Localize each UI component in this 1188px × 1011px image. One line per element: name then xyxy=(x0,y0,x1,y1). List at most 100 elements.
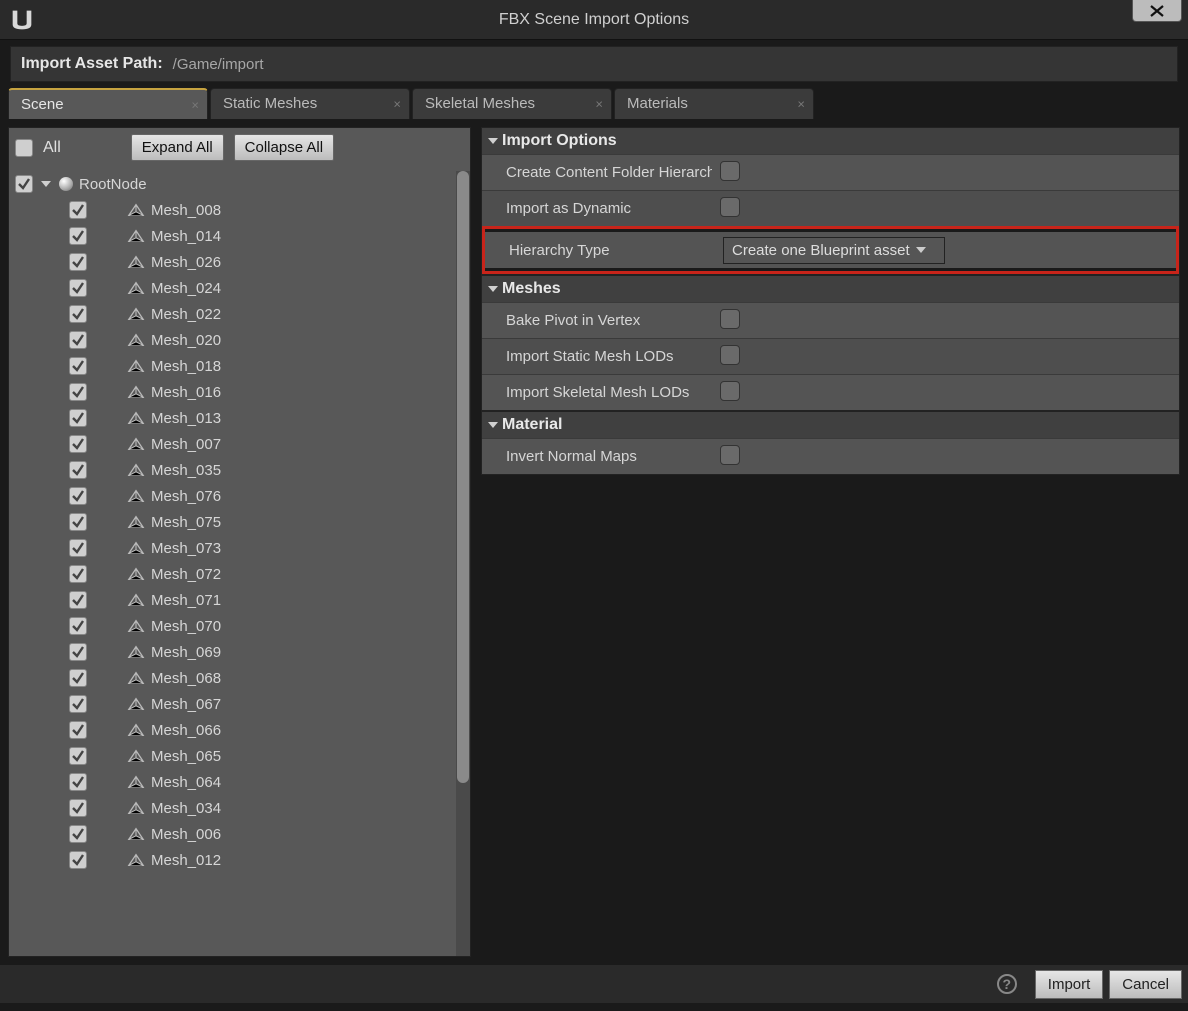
node-checkbox[interactable] xyxy=(15,175,33,193)
node-checkbox[interactable] xyxy=(69,409,87,427)
tree-row[interactable]: Mesh_073 xyxy=(13,535,456,561)
section-header[interactable]: Import Options xyxy=(482,128,1179,154)
invert-normal-row: Invert Normal Maps xyxy=(482,438,1179,474)
tree-row[interactable]: Mesh_007 xyxy=(13,431,456,457)
tree-row[interactable]: Mesh_016 xyxy=(13,379,456,405)
tree-row[interactable]: Mesh_020 xyxy=(13,327,456,353)
static-mesh-icon xyxy=(127,566,145,582)
node-checkbox[interactable] xyxy=(69,591,87,609)
tree-row[interactable]: Mesh_034 xyxy=(13,795,456,821)
static-mesh-icon xyxy=(127,618,145,634)
node-checkbox[interactable] xyxy=(69,773,87,791)
node-checkbox[interactable] xyxy=(69,253,87,271)
tree-row[interactable]: Mesh_064 xyxy=(13,769,456,795)
tree-row[interactable]: Mesh_069 xyxy=(13,639,456,665)
node-checkbox[interactable] xyxy=(69,487,87,505)
node-checkbox[interactable] xyxy=(69,331,87,349)
bake-pivot-checkbox[interactable] xyxy=(720,309,740,329)
tree-row[interactable]: Mesh_076 xyxy=(13,483,456,509)
tree-row[interactable]: Mesh_065 xyxy=(13,743,456,769)
import-path-value[interactable]: /Game/import xyxy=(173,56,264,73)
tab-bar: Scene × Static Meshes × Skeletal Meshes … xyxy=(0,88,1188,119)
import-as-dynamic-checkbox[interactable] xyxy=(720,197,740,217)
scrollbar-thumb[interactable] xyxy=(457,171,469,783)
all-checkbox[interactable] xyxy=(15,139,33,157)
tree-row[interactable]: Mesh_006 xyxy=(13,821,456,847)
node-checkbox[interactable] xyxy=(69,669,87,687)
tree-root-row[interactable]: RootNode xyxy=(13,171,456,197)
collapse-icon xyxy=(488,422,498,428)
tree-row[interactable]: Mesh_068 xyxy=(13,665,456,691)
node-checkbox[interactable] xyxy=(69,539,87,557)
help-button[interactable]: ? xyxy=(997,974,1017,994)
node-checkbox[interactable] xyxy=(69,617,87,635)
section-header[interactable]: Material xyxy=(482,412,1179,438)
invert-normal-checkbox[interactable] xyxy=(720,445,740,465)
node-label: Mesh_069 xyxy=(151,644,221,661)
footer: ? Import Cancel xyxy=(0,965,1188,1003)
node-checkbox[interactable] xyxy=(69,643,87,661)
expand-all-button[interactable]: Expand All xyxy=(131,134,224,161)
node-checkbox[interactable] xyxy=(69,305,87,323)
section-header[interactable]: Meshes xyxy=(482,276,1179,302)
node-checkbox[interactable] xyxy=(69,435,87,453)
hierarchy-type-dropdown[interactable]: Create one Blueprint asset xyxy=(723,237,945,264)
section-title: Import Options xyxy=(502,132,617,150)
tree-row[interactable]: Mesh_012 xyxy=(13,847,456,873)
collapse-all-button[interactable]: Collapse All xyxy=(234,134,334,161)
create-content-folder-checkbox[interactable] xyxy=(720,161,740,181)
skeletal-lods-checkbox[interactable] xyxy=(720,381,740,401)
tab-static-meshes[interactable]: Static Meshes × xyxy=(210,88,410,119)
node-checkbox[interactable] xyxy=(69,747,87,765)
prop-label: Import Skeletal Mesh LODs xyxy=(482,384,712,401)
node-checkbox[interactable] xyxy=(69,279,87,297)
tree-row[interactable]: Mesh_008 xyxy=(13,197,456,223)
tree-row[interactable]: Mesh_024 xyxy=(13,275,456,301)
scene-tree[interactable]: RootNodeMesh_008Mesh_014Mesh_026Mesh_024… xyxy=(9,171,456,956)
node-checkbox[interactable] xyxy=(69,825,87,843)
tree-row[interactable]: Mesh_014 xyxy=(13,223,456,249)
scene-tree-panel: All Expand All Collapse All RootNodeMesh… xyxy=(8,127,471,957)
node-checkbox[interactable] xyxy=(69,721,87,739)
static-lods-checkbox[interactable] xyxy=(720,345,740,365)
tree-row[interactable]: Mesh_018 xyxy=(13,353,456,379)
tab-materials[interactable]: Materials × xyxy=(614,88,814,119)
node-checkbox[interactable] xyxy=(69,851,87,869)
tree-row[interactable]: Mesh_067 xyxy=(13,691,456,717)
node-label: Mesh_006 xyxy=(151,826,221,843)
expand-icon[interactable] xyxy=(41,181,51,187)
cancel-button[interactable]: Cancel xyxy=(1109,970,1182,999)
meshes-section: Meshes Bake Pivot in Vertex Import Stati… xyxy=(481,275,1180,411)
node-checkbox[interactable] xyxy=(69,513,87,531)
tree-row[interactable]: Mesh_070 xyxy=(13,613,456,639)
static-lods-row: Import Static Mesh LODs xyxy=(482,338,1179,374)
dropdown-value: Create one Blueprint asset xyxy=(732,242,910,259)
tab-scene[interactable]: Scene × xyxy=(8,88,208,119)
tree-row[interactable]: Mesh_071 xyxy=(13,587,456,613)
node-checkbox[interactable] xyxy=(69,695,87,713)
all-label: All xyxy=(43,139,61,157)
tree-row[interactable]: Mesh_026 xyxy=(13,249,456,275)
node-checkbox[interactable] xyxy=(69,201,87,219)
tree-row[interactable]: Mesh_075 xyxy=(13,509,456,535)
node-checkbox[interactable] xyxy=(69,357,87,375)
close-icon[interactable]: × xyxy=(393,97,401,112)
tab-skeletal-meshes[interactable]: Skeletal Meshes × xyxy=(412,88,612,119)
node-checkbox[interactable] xyxy=(69,461,87,479)
node-checkbox[interactable] xyxy=(69,565,87,583)
close-icon[interactable]: × xyxy=(595,97,603,112)
tree-row[interactable]: Mesh_072 xyxy=(13,561,456,587)
node-checkbox[interactable] xyxy=(69,227,87,245)
tree-scrollbar[interactable] xyxy=(456,171,470,956)
node-checkbox[interactable] xyxy=(69,799,87,817)
tree-row[interactable]: Mesh_013 xyxy=(13,405,456,431)
import-button[interactable]: Import xyxy=(1035,970,1104,999)
tree-row[interactable]: Mesh_066 xyxy=(13,717,456,743)
close-icon[interactable]: × xyxy=(797,97,805,112)
tree-row[interactable]: Mesh_022 xyxy=(13,301,456,327)
titlebar: FBX Scene Import Options xyxy=(0,0,1188,40)
close-icon[interactable]: × xyxy=(191,97,199,112)
close-button[interactable] xyxy=(1132,0,1182,22)
node-checkbox[interactable] xyxy=(69,383,87,401)
tree-row[interactable]: Mesh_035 xyxy=(13,457,456,483)
